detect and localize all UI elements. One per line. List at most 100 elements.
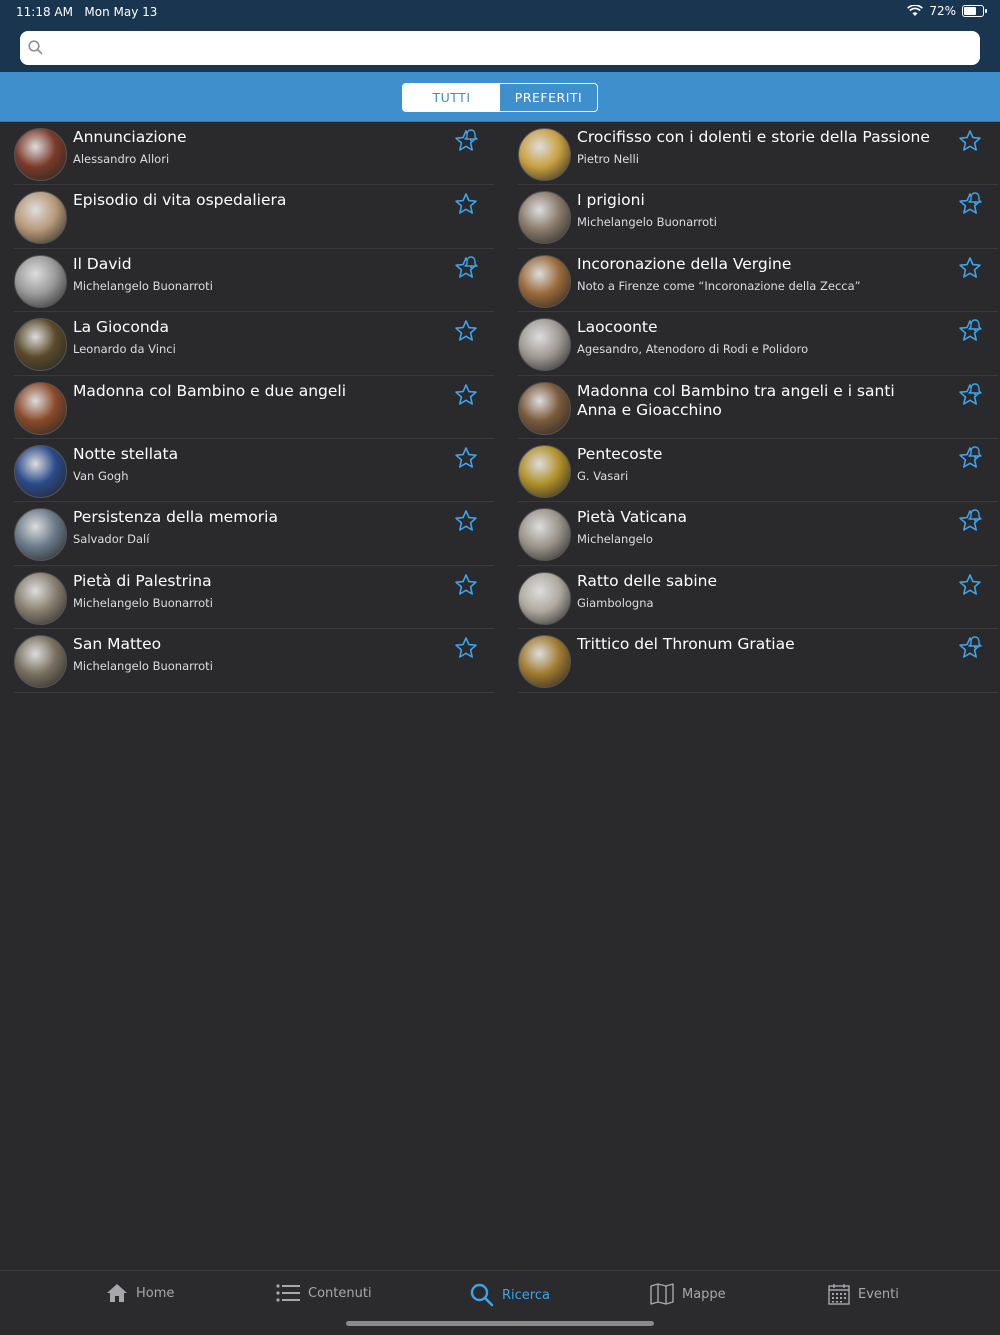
segment-favorites[interactable]: PREFERITI	[500, 84, 597, 111]
favorite-notify-icon[interactable]	[956, 191, 984, 219]
item-subtitle: Noto a Firenze come “Incoronazione della…	[577, 278, 861, 293]
artwork-thumbnail	[518, 254, 571, 308]
item-subtitle: Alessandro Allori	[73, 152, 170, 166]
artwork-thumbnail	[518, 508, 571, 562]
star-icon[interactable]	[452, 445, 480, 473]
item-title: La Gioconda	[73, 318, 170, 337]
star-icon[interactable]	[452, 191, 480, 219]
star-icon[interactable]	[452, 572, 480, 600]
item-title: Incoronazione della Vergine	[577, 254, 792, 273]
artwork-thumbnail	[518, 571, 571, 625]
item-subtitle: G. Vasari	[577, 468, 629, 483]
item-subtitle: Michelangelo Buonarroti	[73, 659, 213, 674]
favorite-notify-icon[interactable]	[452, 128, 480, 156]
status-right: 72%	[907, 4, 987, 18]
tab-contenuti-label: Contenuti	[308, 1285, 372, 1301]
tab-eventi[interactable]: Eventi	[828, 1283, 899, 1305]
star-icon[interactable]	[452, 508, 480, 536]
wifi-icon	[907, 5, 924, 16]
item-subtitle: Giambologna	[577, 595, 654, 610]
list-item[interactable]: Il David Michelangelo Buonarroti	[14, 249, 494, 313]
favorite-notify-icon[interactable]	[452, 255, 480, 283]
item-subtitle: Agesandro, Atenodoro di Rodi e Polidoro	[577, 342, 809, 357]
list-item[interactable]: Incoronazione della Vergine Noto a Firenz…	[518, 249, 998, 313]
list-item[interactable]: Persistenza della memoria Salvador Dalí	[14, 502, 494, 566]
list-column-right: Crocifisso con i dolenti e storie della …	[518, 122, 998, 693]
favorite-notify-icon[interactable]	[956, 635, 984, 663]
list-item[interactable]: Pietà di Palestrina Michelangelo Buonarro…	[14, 566, 494, 630]
item-title: Il David	[73, 254, 132, 273]
artwork-thumbnail	[14, 128, 67, 181]
list-item[interactable]: La Gioconda Leonardo da Vinci	[14, 312, 494, 376]
list-item[interactable]: Crocifisso con i dolenti e storie della …	[518, 122, 998, 186]
list-column-left: Annunciazione Alessandro Allori Episodio d…	[14, 122, 494, 693]
tab-ricerca-label: Ricerca	[502, 1287, 550, 1303]
artwork-thumbnail	[14, 444, 67, 498]
artwork-thumbnail	[14, 191, 67, 245]
item-title: Pentecoste	[577, 444, 663, 463]
item-subtitle: Van Gogh	[73, 468, 129, 483]
list-item[interactable]: Notte stellata Van Gogh	[14, 439, 494, 503]
search-icon	[28, 40, 43, 55]
artwork-thumbnail	[14, 571, 67, 625]
list-item[interactable]: Madonna col Bambino e due angeli	[14, 376, 494, 439]
item-title: Episodio di vita ospedaliera	[73, 191, 287, 210]
star-icon[interactable]	[452, 318, 480, 346]
star-icon[interactable]	[956, 572, 984, 600]
tab-eventi-label: Eventi	[858, 1286, 899, 1302]
tab-home[interactable]: Home	[106, 1283, 174, 1303]
favorite-notify-icon[interactable]	[956, 382, 984, 410]
map-icon	[650, 1283, 674, 1305]
tab-contenuti[interactable]: Contenuti	[276, 1283, 372, 1303]
artwork-thumbnail	[518, 635, 571, 689]
star-icon[interactable]	[956, 128, 984, 156]
favorite-notify-icon[interactable]	[956, 445, 984, 473]
favorite-notify-icon[interactable]	[956, 508, 984, 536]
item-subtitle: Pietro Nelli	[577, 152, 639, 166]
list-item[interactable]: Annunciazione Alessandro Allori	[14, 122, 494, 186]
artwork-thumbnail	[518, 191, 571, 245]
artwork-thumbnail	[14, 508, 67, 562]
search-icon	[470, 1283, 494, 1307]
list-item[interactable]: Pietà Vaticana Michelangelo	[518, 502, 998, 566]
home-indicator	[346, 1321, 654, 1326]
star-icon[interactable]	[452, 382, 480, 410]
artwork-thumbnail	[518, 318, 571, 372]
item-title: I prigioni	[577, 191, 645, 210]
item-title: Crocifisso con i dolenti e storie della …	[577, 128, 930, 146]
search-input[interactable]	[20, 31, 980, 65]
item-title: Pietà di Palestrina	[73, 571, 212, 590]
artwork-thumbnail	[14, 635, 67, 689]
item-title: Laocoonte	[577, 318, 658, 337]
item-title: Madonna col Bambino e due angeli	[73, 381, 347, 400]
list-item[interactable]: Pentecoste G. Vasari	[518, 439, 998, 503]
artwork-thumbnail	[14, 318, 67, 372]
tab-ricerca[interactable]: Ricerca	[470, 1283, 550, 1307]
item-subtitle: Michelangelo Buonarroti	[73, 595, 213, 610]
star-icon[interactable]	[956, 255, 984, 283]
home-icon	[107, 1284, 127, 1302]
battery-percent: 72%	[929, 4, 956, 18]
calendar-icon	[828, 1284, 850, 1305]
segment-all[interactable]: TUTTI	[403, 84, 500, 111]
status-bar: 11:18 AM Mon May 13 72%	[0, 0, 1000, 24]
star-icon[interactable]	[452, 635, 480, 663]
list-item[interactable]: Episodio di vita ospedaliera	[14, 185, 494, 249]
tab-mappe[interactable]: Mappe	[650, 1283, 726, 1305]
favorite-notify-icon[interactable]	[956, 318, 984, 346]
item-title: San Matteo	[73, 635, 162, 654]
tab-mappe-label: Mappe	[682, 1286, 726, 1302]
list-item[interactable]: Ratto delle sabine Giambologna	[518, 566, 998, 630]
item-title: Ratto delle sabine	[577, 571, 718, 590]
list-item[interactable]: San Matteo Michelangelo Buonarroti	[14, 629, 494, 693]
item-subtitle: Michelangelo Buonarroti	[73, 278, 213, 293]
battery-icon	[962, 5, 987, 17]
item-title: Trittico del Thronum Gratiae	[577, 635, 795, 654]
segment-bar: TUTTI PREFERITI	[0, 72, 1000, 122]
list-item[interactable]: I prigioni Michelangelo Buonarroti	[518, 185, 998, 249]
list-item[interactable]: Madonna col Bambino tra angeli e i santi…	[518, 376, 998, 439]
list-item[interactable]: Laocoonte Agesandro, Atenodoro di Rodi e …	[518, 312, 998, 376]
artwork-thumbnail	[14, 381, 67, 435]
item-subtitle: Michelangelo Buonarroti	[577, 215, 717, 230]
list-item[interactable]: Trittico del Thronum Gratiae	[518, 629, 998, 693]
